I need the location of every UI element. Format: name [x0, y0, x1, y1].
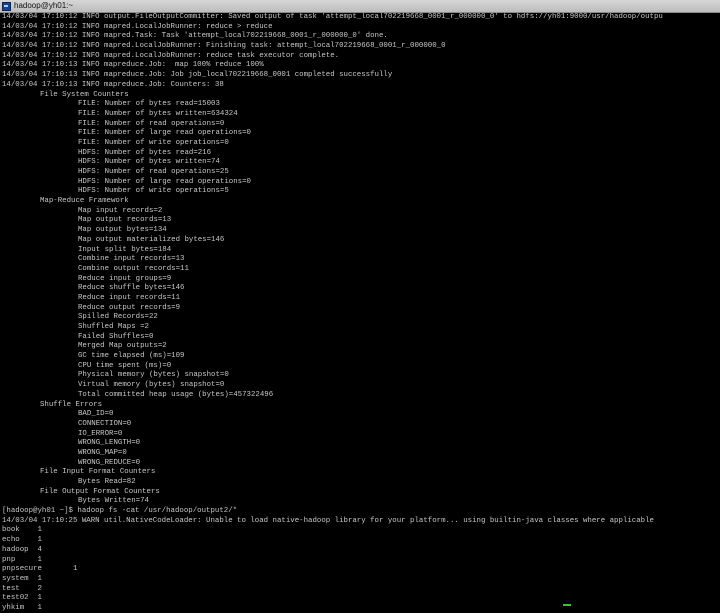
terminal-line: Merged Map outputs=2 [78, 342, 167, 351]
terminal-line: Shuffled Maps =2 [78, 323, 149, 331]
terminal-line: HDFS: Number of large read operations=0 [78, 177, 251, 186]
terminal-line: 14/03/04 17:10:12 INFO output.FileOutput… [2, 13, 663, 21]
terminal-line: 14/03/04 17:10:12 INFO mapred.LocalJobRu… [2, 51, 340, 60]
terminal-line: FILE: Number of bytes read=15003 [78, 100, 220, 109]
terminal-line: CONNECTION=0 [78, 419, 132, 428]
terminal-line: 14/03/04 17:10:13 INFO mapreduce.Job: ma… [2, 61, 264, 70]
cursor-indicator [563, 604, 571, 606]
terminal-line: Combine output records=11 [78, 264, 189, 273]
terminal-line: test 2 [2, 584, 42, 593]
terminal-line: system 1 [2, 574, 42, 583]
terminal-line: HDFS: Number of bytes read=216 [78, 148, 212, 157]
terminal-output[interactable]: 14/03/04 17:10:12 INFO output.FileOutput… [2, 13, 718, 611]
terminal-line: Bytes Read=82 [78, 478, 136, 486]
terminal-line: BAD_ID=0 [78, 410, 114, 419]
terminal-line: Reduce input records=11 [78, 293, 181, 302]
terminal-line: Reduce shuffle bytes=146 [78, 284, 185, 293]
terminal-line: 14/03/04 17:10:13 INFO mapreduce.Job: Jo… [2, 71, 393, 80]
terminal-line: HDFS: Number of write operations=5 [78, 187, 229, 196]
terminal-line: FILE: Number of bytes written=634324 [78, 109, 238, 118]
terminal-line: WRONG_LENGTH=0 [78, 439, 141, 448]
terminal-line: Reduce input groups=9 [78, 274, 172, 283]
terminal-line: Reduce output records=9 [78, 303, 181, 312]
terminal-line: File Input Format Counters [40, 468, 156, 477]
terminal-line: 14/03/04 17:10:25 WARN util.NativeCodeLo… [2, 516, 654, 525]
terminal-line: WRONG_MAP=0 [78, 448, 127, 457]
terminal-app-icon [2, 1, 11, 11]
terminal-line: Map output materialized bytes=146 [78, 235, 225, 244]
window-title: hadoop@yh01:~ [14, 1, 74, 10]
terminal-line: test02 1 [2, 594, 42, 603]
terminal-line: FILE: Number of write operations=0 [78, 138, 229, 147]
terminal-line: File Output Format Counters [40, 487, 160, 496]
terminal-line: Map output records=13 [78, 216, 172, 225]
terminal-line: FILE: Number of large read operations=0 [78, 129, 251, 138]
terminal-line: Map input records=2 [78, 206, 163, 215]
terminal-line: Map-Reduce Framework [40, 197, 129, 206]
terminal-line: FILE: Number of read operations=0 [78, 119, 225, 128]
terminal-line: hadoop 4 [2, 545, 42, 554]
terminal-line: Spilled Records=22 [78, 313, 158, 322]
terminal-line: 14/03/04 17:10:12 INFO mapred.Task: Task… [2, 32, 388, 41]
terminal-line: GC time elapsed (ms)=109 [78, 352, 185, 361]
terminal-line: Total committed heap usage (bytes)=45732… [78, 390, 274, 399]
terminal-line: 14/03/04 17:10:13 INFO mapreduce.Job: Co… [2, 80, 224, 89]
terminal-line: Combine input records=13 [78, 255, 185, 264]
terminal-line: Map output bytes=134 [78, 226, 167, 235]
terminal-line: File System Counters [40, 90, 129, 99]
terminal-line: Failed Shuffles=0 [78, 332, 154, 341]
terminal-line: Bytes Written=74 [78, 497, 149, 506]
terminal-line: HDFS: Number of read operations=25 [78, 168, 229, 176]
terminal-window: hadoop@yh01:~ 14/03/04 17:10:12 INFO out… [0, 0, 720, 613]
terminal-line: Shuffle Errors [40, 400, 103, 409]
terminal-line: book 1 [2, 526, 42, 535]
terminal-line: echo 1 [2, 536, 42, 545]
terminal-line: Input split bytes=184 [78, 245, 172, 254]
terminal-line: Virtual memory (bytes) snapshot=0 [78, 381, 225, 390]
terminal-line: IO_ERROR=0 [78, 429, 123, 438]
terminal-line: pnpsecure 1 [2, 565, 78, 574]
terminal-line: WRONG_REDUCE=0 [78, 458, 141, 467]
terminal-line: yhkim 1 [2, 603, 42, 611]
terminal-line: 14/03/04 17:10:12 INFO mapred.LocalJobRu… [2, 22, 273, 31]
title-bar[interactable]: hadoop@yh01:~ [0, 0, 720, 13]
terminal-line: [hadoop@yh01 ~]$ hadoop fs -cat /usr/had… [2, 507, 238, 516]
terminal-line: 14/03/04 17:10:12 INFO mapred.LocalJobRu… [2, 42, 446, 51]
terminal-line: Physical memory (bytes) snapshot=0 [78, 371, 229, 380]
terminal-line: CPU time spent (ms)=0 [78, 361, 172, 370]
terminal-line: HDFS: Number of bytes written=74 [78, 158, 220, 167]
terminal-line: pnp 1 [2, 555, 42, 564]
